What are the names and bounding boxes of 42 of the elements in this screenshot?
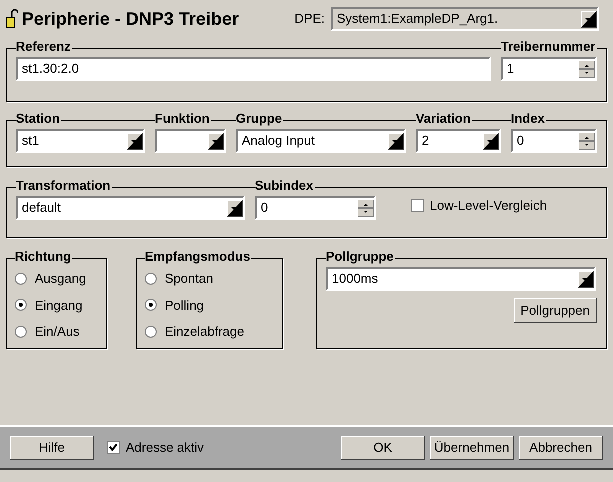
- radio-option[interactable]: Ausgang: [15, 269, 98, 288]
- spin-box[interactable]: 1: [501, 57, 597, 81]
- radio-option[interactable]: Einzelabfrage: [145, 322, 274, 342]
- checkbox[interactable]: Low-Level-Vergleich: [411, 196, 548, 216]
- dropdown[interactable]: 1000ms: [326, 267, 596, 291]
- group-title: Empfangsmodus: [145, 249, 252, 265]
- spinner-icon[interactable]: [579, 132, 595, 150]
- dpe-label: DPE:: [294, 10, 325, 28]
- radio-icon[interactable]: [15, 272, 27, 285]
- dropdown[interactable]: System1:ExampleDP_Arg1.: [331, 7, 599, 31]
- group-title: Pollgruppe: [326, 249, 395, 265]
- group-title: Gruppe: [236, 111, 284, 127]
- spinner-icon[interactable]: [579, 60, 595, 78]
- spin-box[interactable]: 0: [511, 129, 597, 153]
- spin-box[interactable]: 0: [255, 196, 376, 220]
- radio-icon[interactable]: [15, 326, 27, 338]
- group-title: Richtung: [15, 249, 72, 265]
- window-title: Peripherie - DNP3 Treiber: [22, 8, 240, 31]
- dropdown[interactable]: Analog Input: [236, 129, 406, 153]
- radio-option[interactable]: Spontan: [145, 269, 274, 288]
- dropdown[interactable]: default: [16, 196, 245, 220]
- checkbox[interactable]: Adresse aktiv: [107, 438, 204, 458]
- radio-icon[interactable]: [145, 299, 157, 312]
- radio-icon[interactable]: [145, 272, 157, 285]
- dropdown[interactable]: st1: [16, 129, 145, 153]
- dialog-button[interactable]: Abbrechen: [519, 436, 603, 460]
- radio-icon[interactable]: [15, 299, 27, 312]
- pollgruppen-button[interactable]: Pollgruppen: [514, 298, 597, 323]
- dialog-button[interactable]: OK: [341, 436, 425, 460]
- help-button[interactable]: Hilfe: [10, 436, 94, 460]
- checkbox-icon[interactable]: [107, 441, 120, 454]
- input-field[interactable]: st1.30:2.0: [16, 57, 491, 81]
- spinner-icon[interactable]: [358, 200, 374, 216]
- radio-option[interactable]: Eingang: [15, 296, 98, 315]
- dropdown[interactable]: 2: [416, 129, 501, 153]
- radio-icon[interactable]: [145, 326, 157, 338]
- radio-option[interactable]: Ein/Aus: [15, 322, 98, 342]
- checkbox-icon[interactable]: [411, 199, 424, 212]
- radio-option[interactable]: Polling: [145, 296, 274, 315]
- lock-icon: [6, 9, 18, 29]
- dropdown[interactable]: [155, 129, 226, 153]
- dialog-button[interactable]: Übernehmen: [430, 436, 514, 460]
